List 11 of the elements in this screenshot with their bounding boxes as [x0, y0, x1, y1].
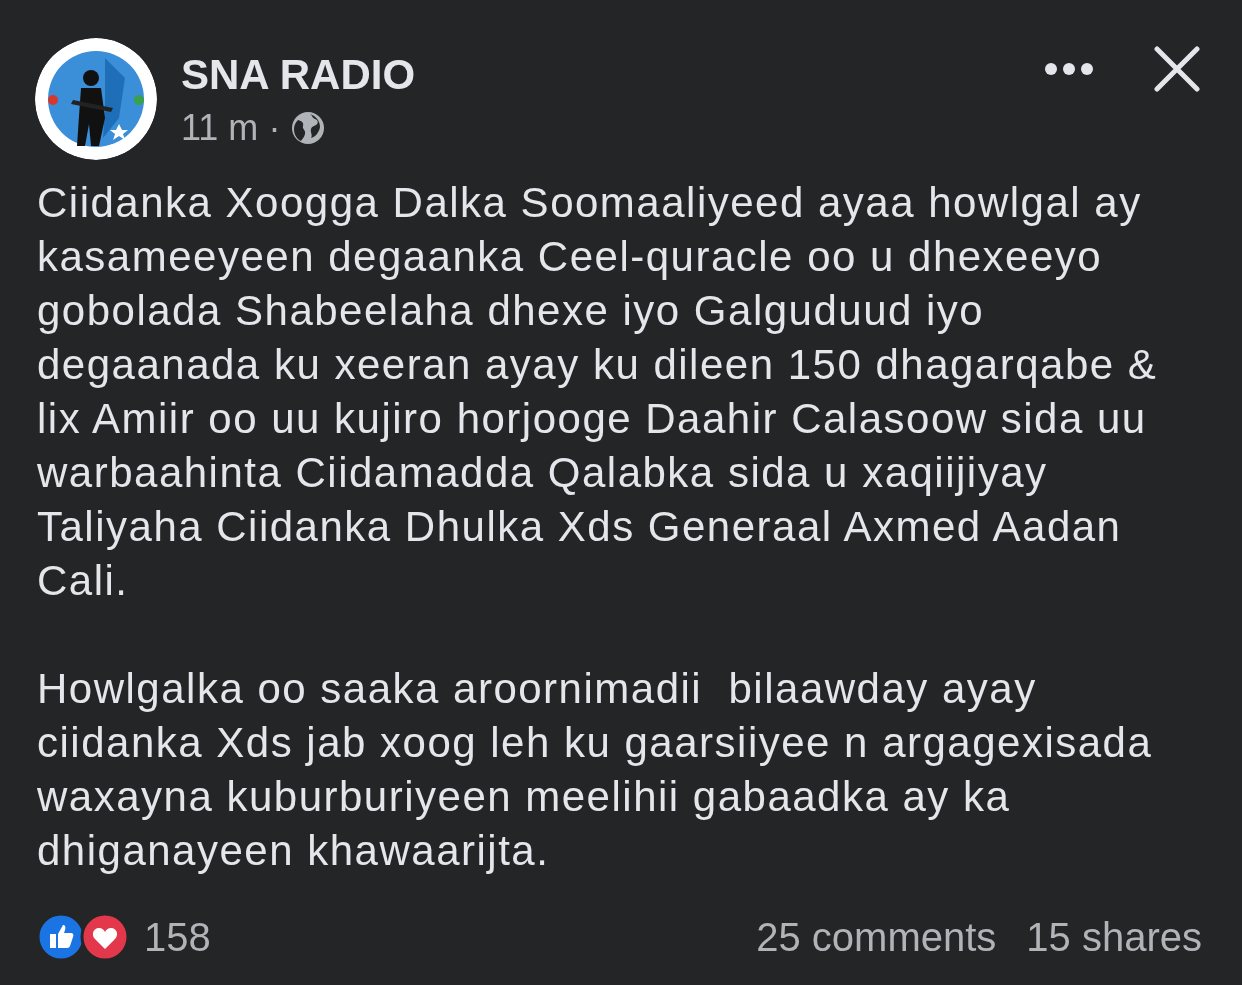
close-button[interactable] — [1154, 46, 1200, 92]
separator-dot: · — [268, 108, 281, 148]
globe-icon — [290, 110, 327, 146]
post-text: Howlgalka oo saaka aroornimadii bilaawday ayay ciidanka Xds jab xoog leh ku gaarsiiyee n argagexisada waxayna kuburburiyeen meelihii gabaadka ay ka dhiganayeen khawaarijta. — [37, 664, 1154, 876]
comments-link[interactable]: 25 comments — [756, 914, 997, 960]
more-button[interactable] — [1044, 62, 1094, 76]
shares-link[interactable]: 15 shares — [1026, 914, 1202, 960]
reaction-count[interactable]: 158 — [144, 914, 211, 960]
page-name[interactable]: SNA RADIO — [181, 52, 416, 98]
post-time[interactable]: 11 m — [181, 108, 259, 148]
post-text: Ciidanka Xoogga Dalka Soomaaliyeed ayaa howlgal ay kasameeyeen degaanka Ceel-quracle oo u dhexeeyo gobolada Shabeelaha dhexe iyo Galguduud iyo degaanada ku xeeran ayay ku dileen 150 dhagarqabe & lix Amiir oo uu kujiro horjooge Daahir Calasoow sida uu warbaahinta Ciidamadda Qalabka sida u xaqiijiyay Taliyaha Ciidanka Dhulka Xds Generaal Axmed Aadan Cali. — [37, 178, 1159, 606]
